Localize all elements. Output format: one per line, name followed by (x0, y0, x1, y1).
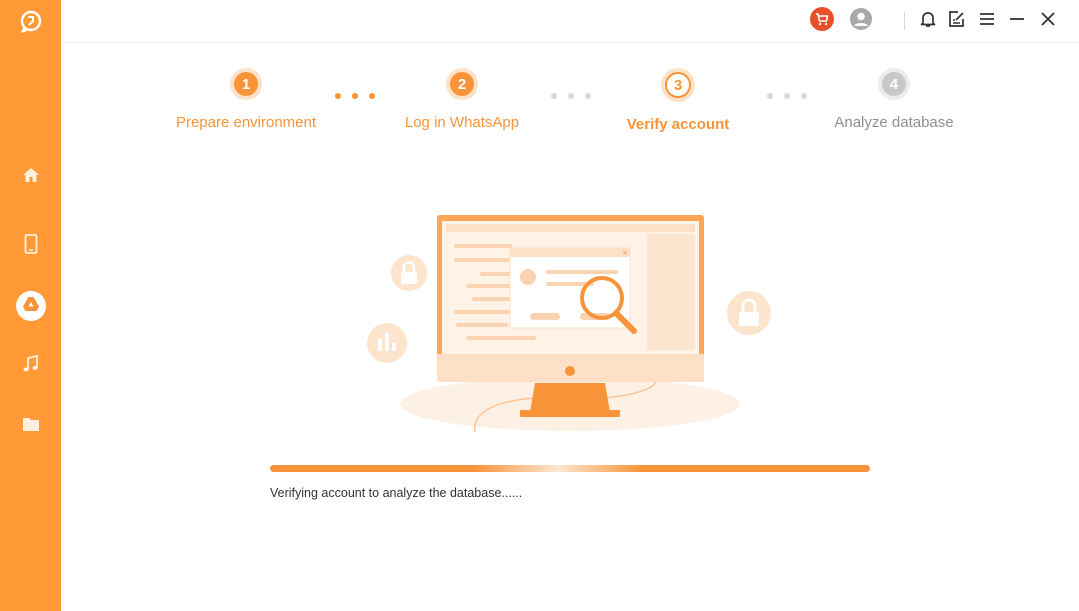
step-connector (335, 93, 375, 99)
title-bar (61, 0, 1079, 43)
minimize-icon (1009, 12, 1025, 31)
home-icon (22, 166, 40, 189)
phone-icon (22, 233, 40, 259)
step-number-badge: 1 (234, 72, 258, 96)
step-number-badge: 2 (450, 72, 474, 96)
user-icon (849, 7, 873, 36)
step-prepare-environment: 1 Prepare environment (161, 72, 331, 131)
sidebar (0, 0, 61, 611)
close-icon (1040, 11, 1056, 32)
menu-icon (979, 12, 995, 31)
app-logo-icon (18, 9, 44, 35)
bell-icon (919, 10, 937, 33)
cart-icon (810, 6, 834, 36)
progress-bar (270, 465, 870, 472)
nav-home[interactable] (0, 157, 61, 197)
account-button[interactable] (849, 7, 873, 36)
nav-music[interactable] (0, 346, 61, 386)
menu-button[interactable] (975, 9, 999, 33)
lock-icon (391, 255, 427, 291)
close-button[interactable] (1036, 9, 1060, 33)
nav-device[interactable] (0, 226, 61, 266)
step-analyze-database: 4 Analyze database (809, 72, 979, 131)
feedback-icon (948, 10, 966, 33)
step-log-in-whatsapp: 2 Log in WhatsApp (377, 72, 547, 131)
music-note-icon (22, 354, 40, 378)
step-label: Verify account (626, 116, 730, 133)
step-connector (767, 93, 807, 99)
nav-files[interactable] (0, 406, 61, 446)
feedback-button[interactable] (945, 9, 969, 33)
step-connector (551, 93, 591, 99)
notifications-button[interactable] (916, 9, 940, 33)
bar-chart-icon (367, 323, 407, 363)
step-verify-account: 3 Verify account (593, 72, 763, 133)
nav-google-drive[interactable] (0, 286, 61, 326)
google-drive-icon (22, 296, 39, 316)
step-number-badge: 3 (665, 72, 691, 98)
title-bar-separator (904, 12, 905, 30)
active-indicator (15, 291, 46, 321)
lock-icon (727, 291, 771, 335)
step-label: Log in WhatsApp (404, 114, 520, 131)
step-number-badge: 4 (882, 72, 906, 96)
folder-icon (22, 416, 40, 437)
progress-status-text: Verifying account to analyze the databas… (270, 486, 523, 500)
step-label: Prepare environment (175, 114, 317, 131)
step-label: Analyze database (834, 114, 954, 131)
verify-illustration: × (360, 200, 780, 440)
cart-button[interactable] (810, 6, 834, 36)
svg-text:×: × (622, 249, 628, 257)
minimize-button[interactable] (1005, 9, 1029, 33)
progress-bar-fill (270, 465, 870, 472)
